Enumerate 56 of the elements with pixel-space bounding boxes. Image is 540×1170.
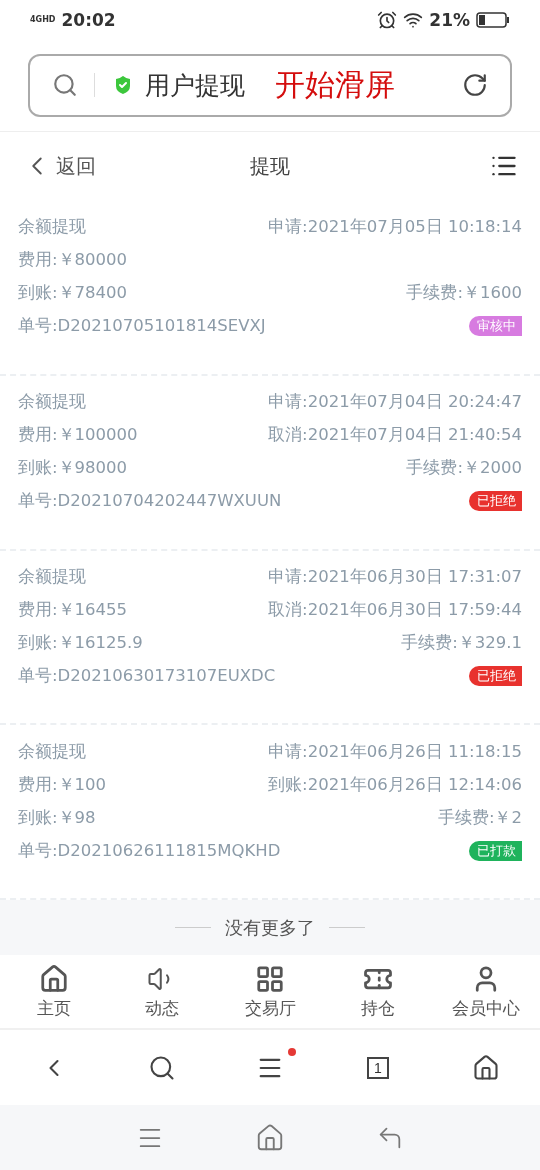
back-link[interactable]: 返回: [22, 151, 96, 182]
record-detail: 手续费:￥1600: [406, 282, 522, 305]
grid-icon: [255, 963, 285, 994]
network-type: 4GHD: [30, 15, 56, 25]
record-detail: 到账:￥16125.9: [18, 632, 143, 655]
record-detail: 费用:￥100000: [18, 424, 138, 447]
clock-time: 20:02: [61, 10, 116, 30]
order-number: 单号:D20210630173107EUXDC: [18, 665, 276, 688]
record-detail: 费用:￥80000: [18, 249, 128, 272]
battery-level: 21%: [429, 10, 470, 30]
tab-item[interactable]: 交易厅: [216, 955, 324, 1029]
record-detail: 费用:￥100: [18, 773, 107, 796]
order-number: 单号:D20210705101814SEVXJ: [18, 315, 266, 338]
tab-item[interactable]: 会员中心: [432, 955, 540, 1029]
applied-time: 申请:2021年06月30日 17:31:07: [268, 566, 522, 589]
record-detail: 到账:￥98: [18, 806, 96, 829]
battery-icon: [476, 12, 510, 28]
reload-icon[interactable]: [462, 72, 488, 99]
slogan-text: 开始滑屏: [275, 65, 395, 104]
record-detail: 到账:￥78400: [18, 282, 128, 305]
record-detail: 手续费:￥2000: [406, 457, 522, 480]
home-icon[interactable]: [255, 1122, 285, 1153]
tab-item[interactable]: 主页: [0, 955, 108, 1029]
home-icon: [472, 1053, 500, 1082]
tab-item[interactable]: 持仓: [324, 955, 432, 1029]
order-number: 单号:D20210704202447WXUUN: [18, 490, 282, 513]
address-bar[interactable]: 用户提现 开始滑屏: [28, 53, 512, 117]
record-detail: 取消:2021年06月30日 17:59:44: [268, 599, 522, 622]
record-detail: 费用:￥16455: [18, 599, 128, 622]
wifi-icon: [403, 10, 424, 30]
status-badge: 已打款: [469, 840, 522, 861]
search-icon: [148, 1053, 176, 1082]
header-title: 提现: [250, 152, 290, 180]
applied-time: 申请:2021年06月26日 11:18:15: [268, 740, 522, 763]
record-type: 余额提现: [18, 391, 86, 414]
record-type: 余额提现: [18, 566, 86, 589]
record-detail: 取消:2021年07月04日 21:40:54: [268, 424, 522, 447]
alarm-icon: [377, 10, 398, 30]
record-detail: 手续费:￥2: [437, 806, 522, 829]
record-type: 余额提现: [18, 740, 86, 763]
page-title: 用户提现: [145, 69, 245, 102]
applied-time: 申请:2021年07月05日 10:18:14: [268, 216, 522, 239]
search-icon: [52, 72, 78, 99]
end-note: 没有更多了: [225, 915, 315, 940]
home-icon: [39, 963, 69, 994]
record-type: 余额提现: [18, 216, 86, 239]
status-badge: 审核中: [469, 316, 522, 337]
record-detail: 手续费:￥329.1: [401, 632, 522, 655]
record-detail: 到账:2021年06月26日 12:14:06: [268, 773, 522, 796]
applied-time: 申请:2021年07月04日 20:24:47: [268, 391, 522, 414]
order-number: 单号:D20210626111815MQKHD: [18, 839, 281, 862]
status-badge: 已拒绝: [469, 491, 522, 512]
status-badge: 已拒绝: [469, 666, 522, 687]
tabs-button[interactable]: 1: [324, 1030, 432, 1106]
record-detail: 到账:￥98000: [18, 457, 128, 480]
tab-item[interactable]: 动态: [108, 955, 216, 1029]
